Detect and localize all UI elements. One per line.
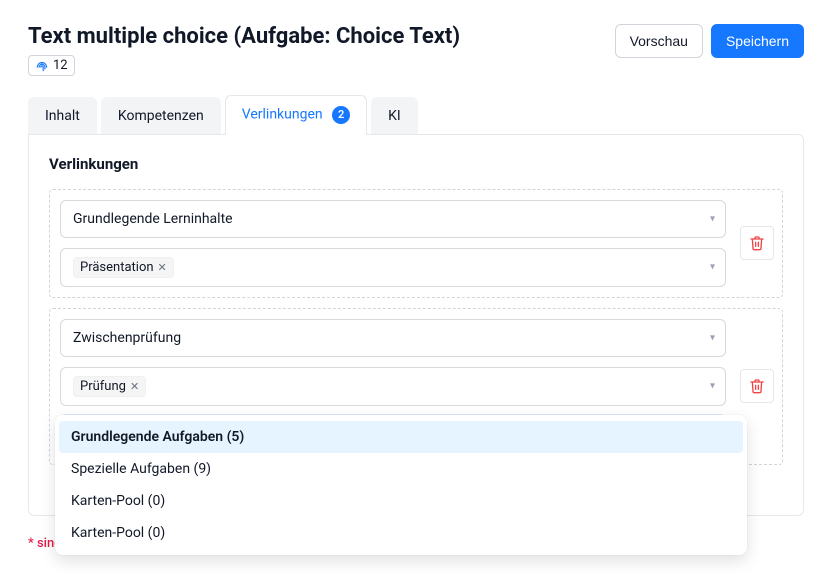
tab-content[interactable]: Inhalt <box>28 97 97 135</box>
select-option[interactable]: Spezielle Aufgaben (9) <box>59 453 743 485</box>
tab-label: Inhalt <box>45 108 80 124</box>
selected-tag: Prüfung ✕ <box>73 376 146 397</box>
tab-competencies[interactable]: Kompetenzen <box>101 97 221 135</box>
select-value: Zwischenprüfung <box>73 330 181 346</box>
category-select[interactable]: Zwischenprüfung ▾ <box>60 319 726 357</box>
tab-badge: 2 <box>332 106 350 124</box>
token-count: 12 <box>53 58 68 73</box>
tag-select[interactable]: Präsentation ✕ ▾ <box>60 248 726 287</box>
tag-label: Prüfung <box>80 379 126 394</box>
token-badge[interactable]: 12 <box>28 55 75 76</box>
chevron-down-icon: ▾ <box>710 262 715 273</box>
section-title: Verlinkungen <box>49 155 783 173</box>
delete-group-button[interactable] <box>740 369 774 403</box>
save-button[interactable]: Speichern <box>711 24 804 58</box>
category-select[interactable]: Grundlegende Lerninhalte ▾ <box>60 200 726 238</box>
select-value: Grundlegende Lerninhalte <box>73 211 233 227</box>
trash-icon <box>749 235 765 251</box>
tabs: Inhalt Kompetenzen Verlinkungen 2 KI <box>28 95 804 135</box>
tab-links[interactable]: Verlinkungen 2 <box>225 95 367 135</box>
link-group: Grundlegende Lerninhalte ▾ Präsentation … <box>49 189 783 298</box>
chevron-down-icon: ▾ <box>710 213 715 224</box>
page-title: Text multiple choice (Aufgabe: Choice Te… <box>28 24 460 49</box>
chevron-down-icon: ▾ <box>710 332 715 343</box>
delete-group-button[interactable] <box>740 226 774 260</box>
select-option[interactable]: Grundlegende Aufgaben (5) <box>59 421 743 453</box>
trash-icon <box>749 378 765 394</box>
tag-remove-icon[interactable]: ✕ <box>158 261 167 274</box>
tab-label: Kompetenzen <box>118 108 204 124</box>
chevron-down-icon: ▾ <box>710 381 715 392</box>
selected-tag: Präsentation ✕ <box>73 257 174 278</box>
fingerprint-icon <box>35 59 49 73</box>
tab-ai[interactable]: KI <box>371 97 418 135</box>
select-option[interactable]: Karten-Pool (0) <box>59 485 743 517</box>
tag-select[interactable]: Prüfung ✕ ▾ <box>60 367 726 406</box>
select-dropdown: Grundlegende Aufgaben (5) Spezielle Aufg… <box>55 415 747 555</box>
tab-label: Verlinkungen <box>242 106 323 122</box>
tab-label: KI <box>388 108 401 124</box>
preview-button[interactable]: Vorschau <box>615 24 703 58</box>
select-option[interactable]: Karten-Pool (0) <box>59 517 743 549</box>
tag-label: Präsentation <box>80 260 154 275</box>
tag-remove-icon[interactable]: ✕ <box>130 380 139 393</box>
